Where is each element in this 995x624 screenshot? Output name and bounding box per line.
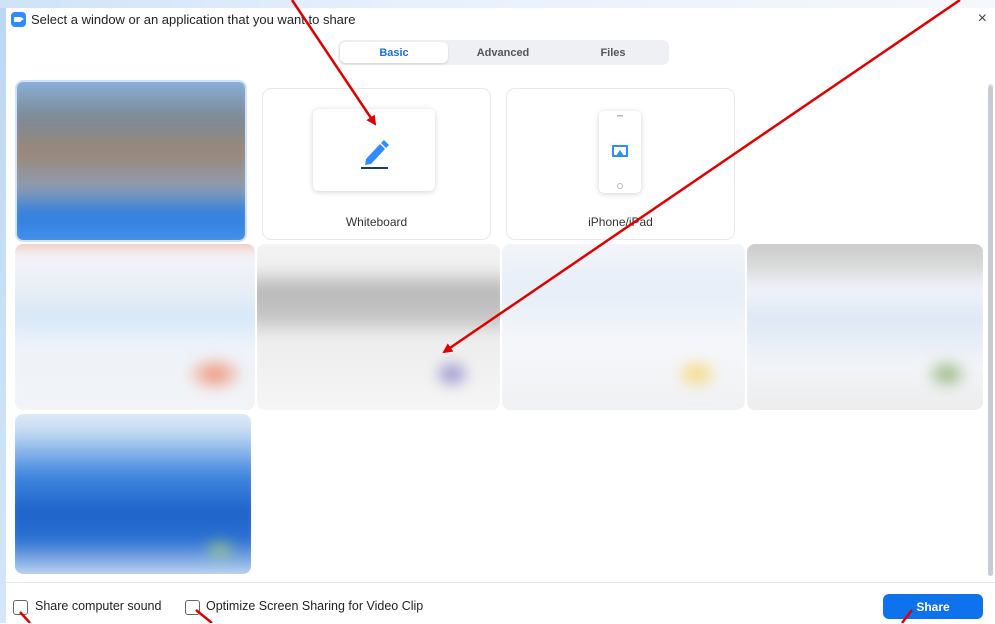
share-tabs: Basic Advanced Files bbox=[338, 40, 669, 65]
iphone-ipad-label: iPhone/iPad bbox=[588, 215, 653, 229]
vertical-scrollbar[interactable] bbox=[988, 84, 993, 576]
tab-files[interactable]: Files bbox=[559, 42, 667, 63]
airplay-icon bbox=[612, 115, 628, 189]
desktop-background bbox=[0, 0, 995, 8]
whiteboard-preview bbox=[313, 109, 435, 191]
title-bar: Select a window or an application that y… bbox=[6, 8, 995, 32]
whiteboard-label: Whiteboard bbox=[345, 215, 408, 229]
window-thumbnail-2[interactable] bbox=[257, 244, 500, 410]
share-footer: Share computer sound Optimize Screen Sha… bbox=[6, 582, 995, 624]
share-options-grid: Whiteboard iPhone/iPad bbox=[13, 78, 988, 580]
share-computer-sound-label: Share computer sound bbox=[35, 599, 162, 613]
pencil-icon bbox=[361, 140, 389, 169]
window-thumbnail-1[interactable] bbox=[15, 244, 255, 410]
share-computer-sound-checkbox[interactable] bbox=[13, 600, 28, 615]
optimize-video-checkbox[interactable] bbox=[185, 600, 200, 615]
tab-advanced[interactable]: Advanced bbox=[449, 42, 557, 63]
window-title: Select a window or an application that y… bbox=[31, 12, 356, 27]
scrollbar-thumb[interactable] bbox=[988, 86, 993, 576]
phone-preview bbox=[599, 111, 641, 193]
window-thumbnail-4[interactable] bbox=[747, 244, 983, 410]
whiteboard-card[interactable]: Whiteboard bbox=[262, 88, 491, 240]
desktop-edge bbox=[0, 8, 6, 623]
optimize-video-label: Optimize Screen Sharing for Video Clip bbox=[206, 599, 424, 613]
window-thumbnail-5[interactable] bbox=[15, 414, 251, 574]
tab-basic[interactable]: Basic bbox=[340, 42, 448, 63]
iphone-ipad-card[interactable]: iPhone/iPad bbox=[506, 88, 735, 240]
zoom-camera-icon bbox=[11, 12, 26, 27]
screen-thumbnail[interactable] bbox=[15, 80, 247, 242]
share-button[interactable]: Share bbox=[883, 594, 983, 619]
window-thumbnail-3[interactable] bbox=[502, 244, 745, 410]
close-button[interactable]: × bbox=[978, 10, 987, 28]
